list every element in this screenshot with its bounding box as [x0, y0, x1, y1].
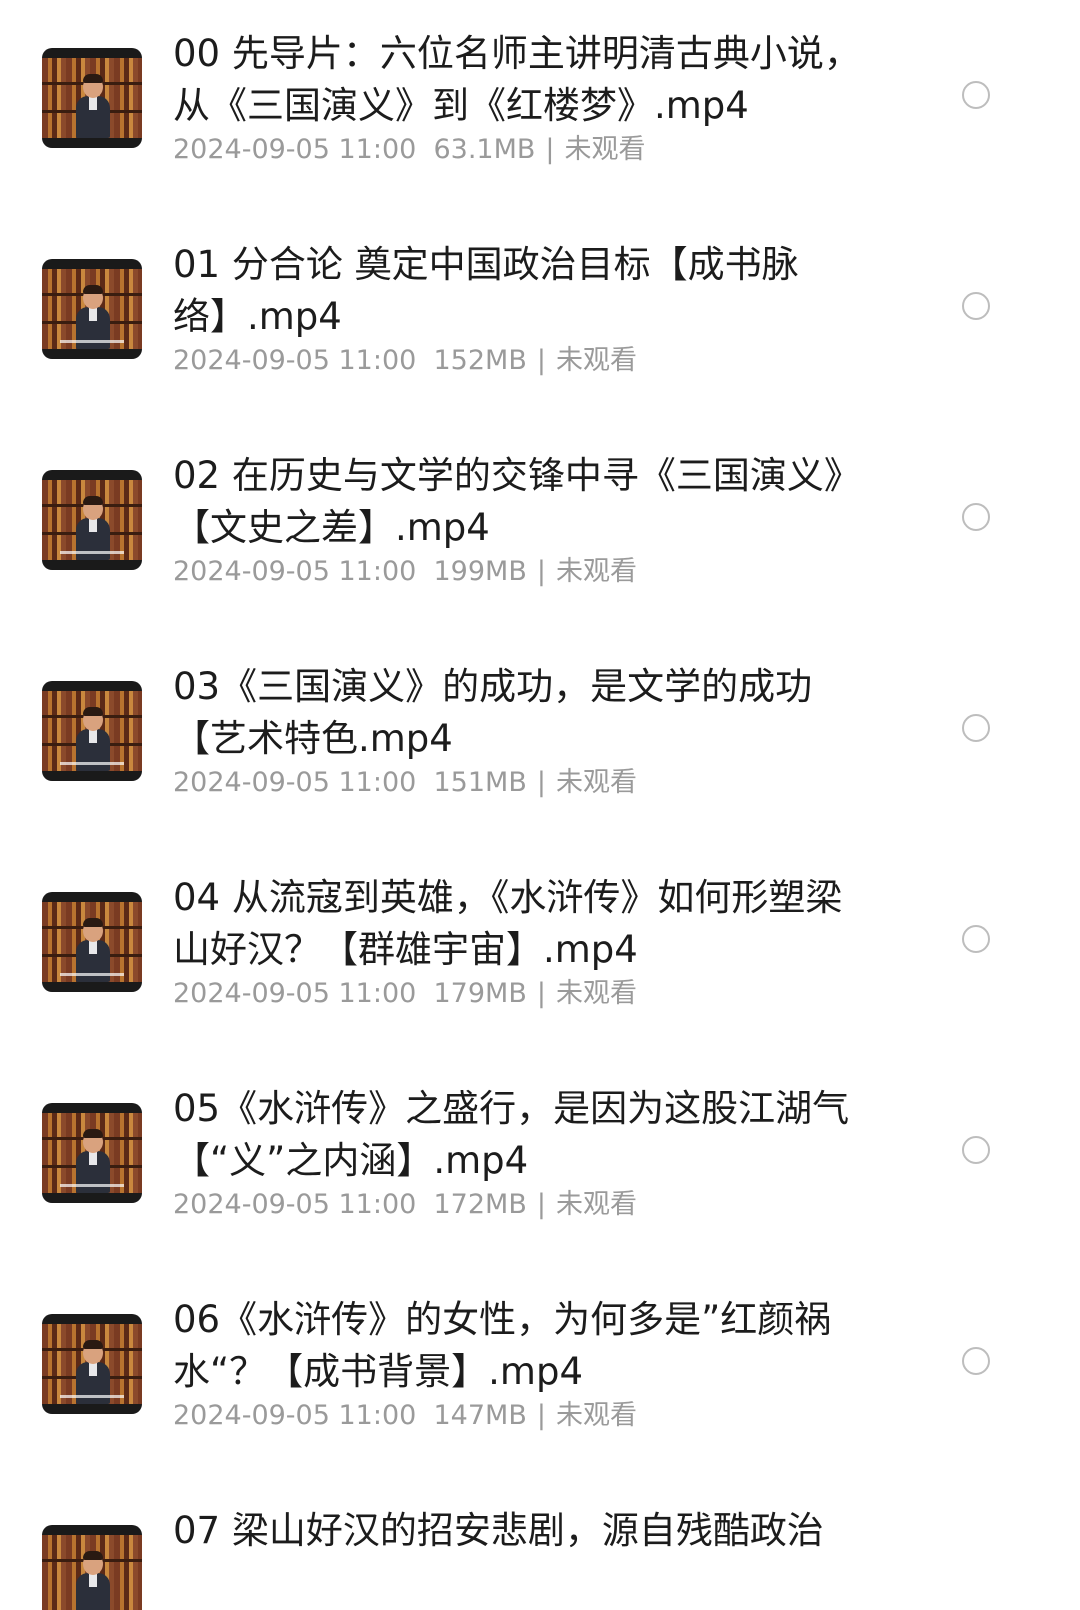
meta-separator: |	[536, 345, 546, 376]
select-radio[interactable]	[962, 292, 990, 320]
select-radio[interactable]	[962, 81, 990, 109]
file-title[interactable]: 04 从流寇到英雄，《水浒传》如何形塑梁山好汉？【群雄宇宙】.mp4	[173, 872, 863, 976]
meta-separator: |	[536, 1400, 546, 1431]
file-meta: 2024-09-05 11:00 151MB | 未观看	[173, 765, 637, 801]
watch-status: 未观看	[555, 978, 637, 1009]
file-row[interactable]: 01 分合论 奠定中国政治目标【成书脉络】.mp4 2024-09-05 11:…	[0, 211, 1080, 429]
file-date: 2024-09-05 11:00	[173, 1189, 417, 1220]
meta-separator: |	[536, 556, 546, 587]
file-meta: 2024-09-05 11:00 152MB | 未观看	[173, 343, 637, 379]
file-meta: 2024-09-05 11:00 63.1MB | 未观看	[173, 132, 646, 168]
file-date: 2024-09-05 11:00	[173, 1400, 417, 1431]
watch-status: 未观看	[555, 767, 637, 798]
file-date: 2024-09-05 11:00	[173, 345, 417, 376]
file-title[interactable]: 06《水浒传》的女性，为何多是”红颜祸水“？【成书背景】.mp4	[173, 1294, 863, 1398]
file-size: 151MB	[433, 767, 527, 798]
watch-status: 未观看	[555, 1400, 637, 1431]
file-size: 199MB	[433, 556, 527, 587]
file-title[interactable]: 03《三国演义》的成功，是文学的成功【艺术特色.mp4	[173, 661, 863, 765]
file-row[interactable]: 02 在历史与文学的交锋中寻《三国演义》【文史之差】.mp4 2024-09-0…	[0, 422, 1080, 640]
file-size: 63.1MB	[433, 134, 536, 165]
meta-separator: |	[536, 978, 546, 1009]
file-row[interactable]: 05《水浒传》之盛行，是因为这股江湖气【“义”之内涵】.mp4 2024-09-…	[0, 1055, 1080, 1273]
file-size: 147MB	[433, 1400, 527, 1431]
file-row[interactable]: 06《水浒传》的女性，为何多是”红颜祸水“？【成书背景】.mp4 2024-09…	[0, 1266, 1080, 1484]
file-date: 2024-09-05 11:00	[173, 134, 417, 165]
file-title[interactable]: 05《水浒传》之盛行，是因为这股江湖气【“义”之内涵】.mp4	[173, 1083, 863, 1187]
video-thumbnail[interactable]	[42, 681, 142, 781]
meta-separator: |	[545, 134, 555, 165]
watch-status: 未观看	[555, 556, 637, 587]
select-radio[interactable]	[962, 925, 990, 953]
file-row[interactable]: 00 先导片：六位名师主讲明清古典小说，从《三国演义》到《红楼梦》.mp4 20…	[0, 0, 1080, 218]
video-thumbnail[interactable]	[42, 259, 142, 359]
file-row[interactable]: 03《三国演义》的成功，是文学的成功【艺术特色.mp4 2024-09-05 1…	[0, 633, 1080, 851]
file-date: 2024-09-05 11:00	[173, 978, 417, 1009]
file-meta: 2024-09-05 11:00 147MB | 未观看	[173, 1398, 637, 1434]
file-meta: 2024-09-05 11:00 199MB | 未观看	[173, 554, 637, 590]
video-thumbnail[interactable]	[42, 1525, 142, 1610]
file-title[interactable]: 01 分合论 奠定中国政治目标【成书脉络】.mp4	[173, 239, 863, 343]
video-thumbnail[interactable]	[42, 1314, 142, 1414]
file-size: 172MB	[433, 1189, 527, 1220]
file-row[interactable]: 07 梁山好汉的招安悲剧，源自残酷政治	[0, 1477, 1080, 1610]
video-thumbnail[interactable]	[42, 470, 142, 570]
file-row[interactable]: 04 从流寇到英雄，《水浒传》如何形塑梁山好汉？【群雄宇宙】.mp4 2024-…	[0, 844, 1080, 1062]
select-radio[interactable]	[962, 1347, 990, 1375]
file-size: 152MB	[433, 345, 527, 376]
file-title[interactable]: 00 先导片：六位名师主讲明清古典小说，从《三国演义》到《红楼梦》.mp4	[173, 28, 863, 132]
watch-status: 未观看	[555, 345, 637, 376]
file-title[interactable]: 02 在历史与文学的交锋中寻《三国演义》【文史之差】.mp4	[173, 450, 863, 554]
file-title[interactable]: 07 梁山好汉的招安悲剧，源自残酷政治	[173, 1505, 863, 1557]
video-thumbnail[interactable]	[42, 892, 142, 992]
video-thumbnail[interactable]	[42, 1103, 142, 1203]
file-date: 2024-09-05 11:00	[173, 556, 417, 587]
video-thumbnail[interactable]	[42, 48, 142, 148]
select-radio[interactable]	[962, 1136, 990, 1164]
meta-separator: |	[536, 767, 546, 798]
file-meta: 2024-09-05 11:00 179MB | 未观看	[173, 976, 637, 1012]
watch-status: 未观看	[564, 134, 646, 165]
file-meta: 2024-09-05 11:00 172MB | 未观看	[173, 1187, 637, 1223]
select-radio[interactable]	[962, 503, 990, 531]
select-radio[interactable]	[962, 714, 990, 742]
meta-separator: |	[536, 1189, 546, 1220]
video-file-list: 00 先导片：六位名师主讲明清古典小说，从《三国演义》到《红楼梦》.mp4 20…	[0, 0, 1080, 1610]
file-size: 179MB	[433, 978, 527, 1009]
file-date: 2024-09-05 11:00	[173, 767, 417, 798]
watch-status: 未观看	[555, 1189, 637, 1220]
